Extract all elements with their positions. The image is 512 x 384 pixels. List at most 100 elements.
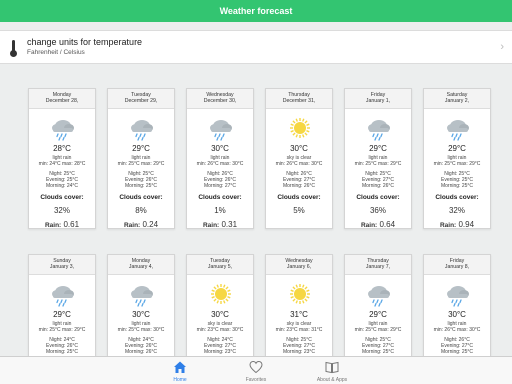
date: January 5, (207, 264, 233, 271)
weather-icon-wrap (108, 117, 174, 141)
units-subtitle: Fahrenheit / Celsius (27, 49, 85, 56)
date: January 1, (365, 98, 391, 105)
clouds-label: Clouds cover: (119, 193, 163, 201)
rain-row: Rain: 0.61 (29, 220, 95, 229)
date: January 4, (128, 264, 154, 271)
temperature: 29°C (369, 310, 387, 319)
temperature: 31°C (290, 310, 308, 319)
date: December 29, (124, 98, 158, 105)
morning-temp: Morning: 25°C (440, 182, 473, 189)
clouds-label: Clouds cover: (198, 193, 242, 201)
rain-row: Rain: 0.24 (108, 220, 174, 229)
clouds-value: 32% (53, 205, 70, 215)
min-max: min: 25°C max: 29°C (354, 327, 402, 333)
weather-icon-wrap (424, 283, 490, 307)
forecast-card[interactable]: Wednesday December 30, 30°C light rain min: … (186, 88, 254, 229)
min-max: min: 26°C max: 30°C (433, 327, 481, 333)
temperature: 30°C (211, 310, 229, 319)
book-icon (325, 361, 339, 374)
date: January 8, (444, 264, 470, 271)
min-max: min: 23°C max: 31°C (275, 327, 323, 333)
min-max: min: 24°C max: 28°C (38, 161, 86, 167)
temperature: 30°C (211, 144, 229, 153)
card-header: Monday December 28, (29, 89, 95, 109)
tab-favorites-label: Favorites (245, 377, 267, 383)
morning-temp: Morning: 25°C (361, 348, 394, 355)
min-max: min: 26°C max: 30°C (196, 161, 244, 167)
card-header: Friday January 1, (345, 89, 411, 109)
rain-label: Rain: (202, 221, 220, 229)
rain-value: 0.24 (142, 219, 159, 229)
min-max: min: 25°C max: 30°C (117, 327, 165, 333)
rain-label: Rain: (439, 221, 457, 229)
forecast-card[interactable]: Friday January 1, 29°C light rain min: 25°C … (344, 88, 412, 229)
temperature: 30°C (448, 310, 466, 319)
date: January 6, (286, 264, 312, 271)
cloud-rain-icon (52, 286, 74, 307)
sun-icon (290, 118, 310, 138)
card-header: Friday January 8, (424, 255, 490, 275)
clouds-label: Clouds cover: (356, 193, 400, 201)
rain-value: 0.94 (458, 219, 475, 229)
rain-label: Rain: (123, 221, 141, 229)
temperature: 29°C (132, 144, 150, 153)
min-max: min: 25°C max: 29°C (38, 327, 86, 333)
forecast-card[interactable]: Thursday December 31, 30°C sky is clear min:… (265, 88, 333, 229)
tab-about[interactable]: About & Apps (292, 357, 372, 384)
weather-icon-wrap (266, 283, 332, 307)
morning-temp: Morning: 25°C (440, 348, 473, 355)
cloud-rain-icon (368, 286, 390, 307)
temperature-units-row[interactable]: change units for temperature Fahrenheit … (0, 30, 512, 64)
rain-row: Rain: 0.31 (187, 220, 253, 229)
date: December 28, (45, 98, 79, 105)
cloud-rain-icon (447, 286, 469, 307)
forecast-card[interactable]: Monday December 28, 28°C light rain min: 24°… (28, 88, 96, 229)
forecast-card[interactable]: Tuesday December 29, 29°C light rain min: 25… (107, 88, 175, 229)
weather-icon-wrap (424, 117, 490, 141)
thermometer-icon (10, 40, 17, 57)
weather-icon-wrap (29, 117, 95, 141)
card-header: Tuesday December 29, (108, 89, 174, 109)
min-max: min: 25°C max: 29°C (433, 161, 481, 167)
card-header: Wednesday January 6, (266, 255, 332, 275)
weather-icon-wrap (108, 283, 174, 307)
card-header: Saturday January 2, (424, 89, 490, 109)
tab-about-label: About & Apps (316, 377, 348, 383)
weather-icon-wrap (266, 117, 332, 141)
tab-home[interactable]: Home (140, 357, 220, 384)
cloud-rain-icon (131, 120, 153, 141)
morning-temp: Morning: 23°C (203, 348, 236, 355)
chevron-right-icon: › (500, 41, 504, 53)
min-max: min: 25°C max: 29°C (117, 161, 165, 167)
heart-icon (249, 360, 263, 374)
clouds-label: Clouds cover: (40, 193, 84, 201)
card-header: Sunday January 3, (29, 255, 95, 275)
rain-value: 0.31 (221, 219, 238, 229)
temperature: 29°C (448, 144, 466, 153)
card-header: Thursday January 7, (345, 255, 411, 275)
cloud-rain-icon (210, 120, 232, 141)
min-max: min: 25°C max: 29°C (354, 161, 402, 167)
weather-icon-wrap (187, 283, 253, 307)
sun-icon (290, 284, 310, 304)
clouds-value: 5% (293, 205, 305, 215)
cloud-rain-icon (368, 120, 390, 141)
morning-temp: Morning: 25°C (124, 182, 157, 189)
cloud-rain-icon (447, 120, 469, 141)
tab-favorites[interactable]: Favorites (216, 357, 296, 384)
rain-row: Rain: 0.64 (345, 220, 411, 229)
sun-icon (211, 284, 231, 304)
rain-value: 0.61 (63, 219, 80, 229)
morning-temp: Morning: 23°C (282, 348, 315, 355)
weather-icon-wrap (29, 283, 95, 307)
morning-temp: Morning: 25°C (45, 348, 78, 355)
morning-temp: Morning: 24°C (45, 182, 78, 189)
date: January 7, (365, 264, 391, 271)
temperature: 30°C (132, 310, 150, 319)
morning-temp: Morning: 26°C (361, 182, 394, 189)
weather-icon-wrap (187, 117, 253, 141)
date: December 31, (282, 98, 316, 105)
morning-temp: Morning: 26°C (282, 182, 315, 189)
forecast-card[interactable]: Saturday January 2, 29°C light rain min: 25°… (423, 88, 491, 229)
temperature: 28°C (53, 144, 71, 153)
